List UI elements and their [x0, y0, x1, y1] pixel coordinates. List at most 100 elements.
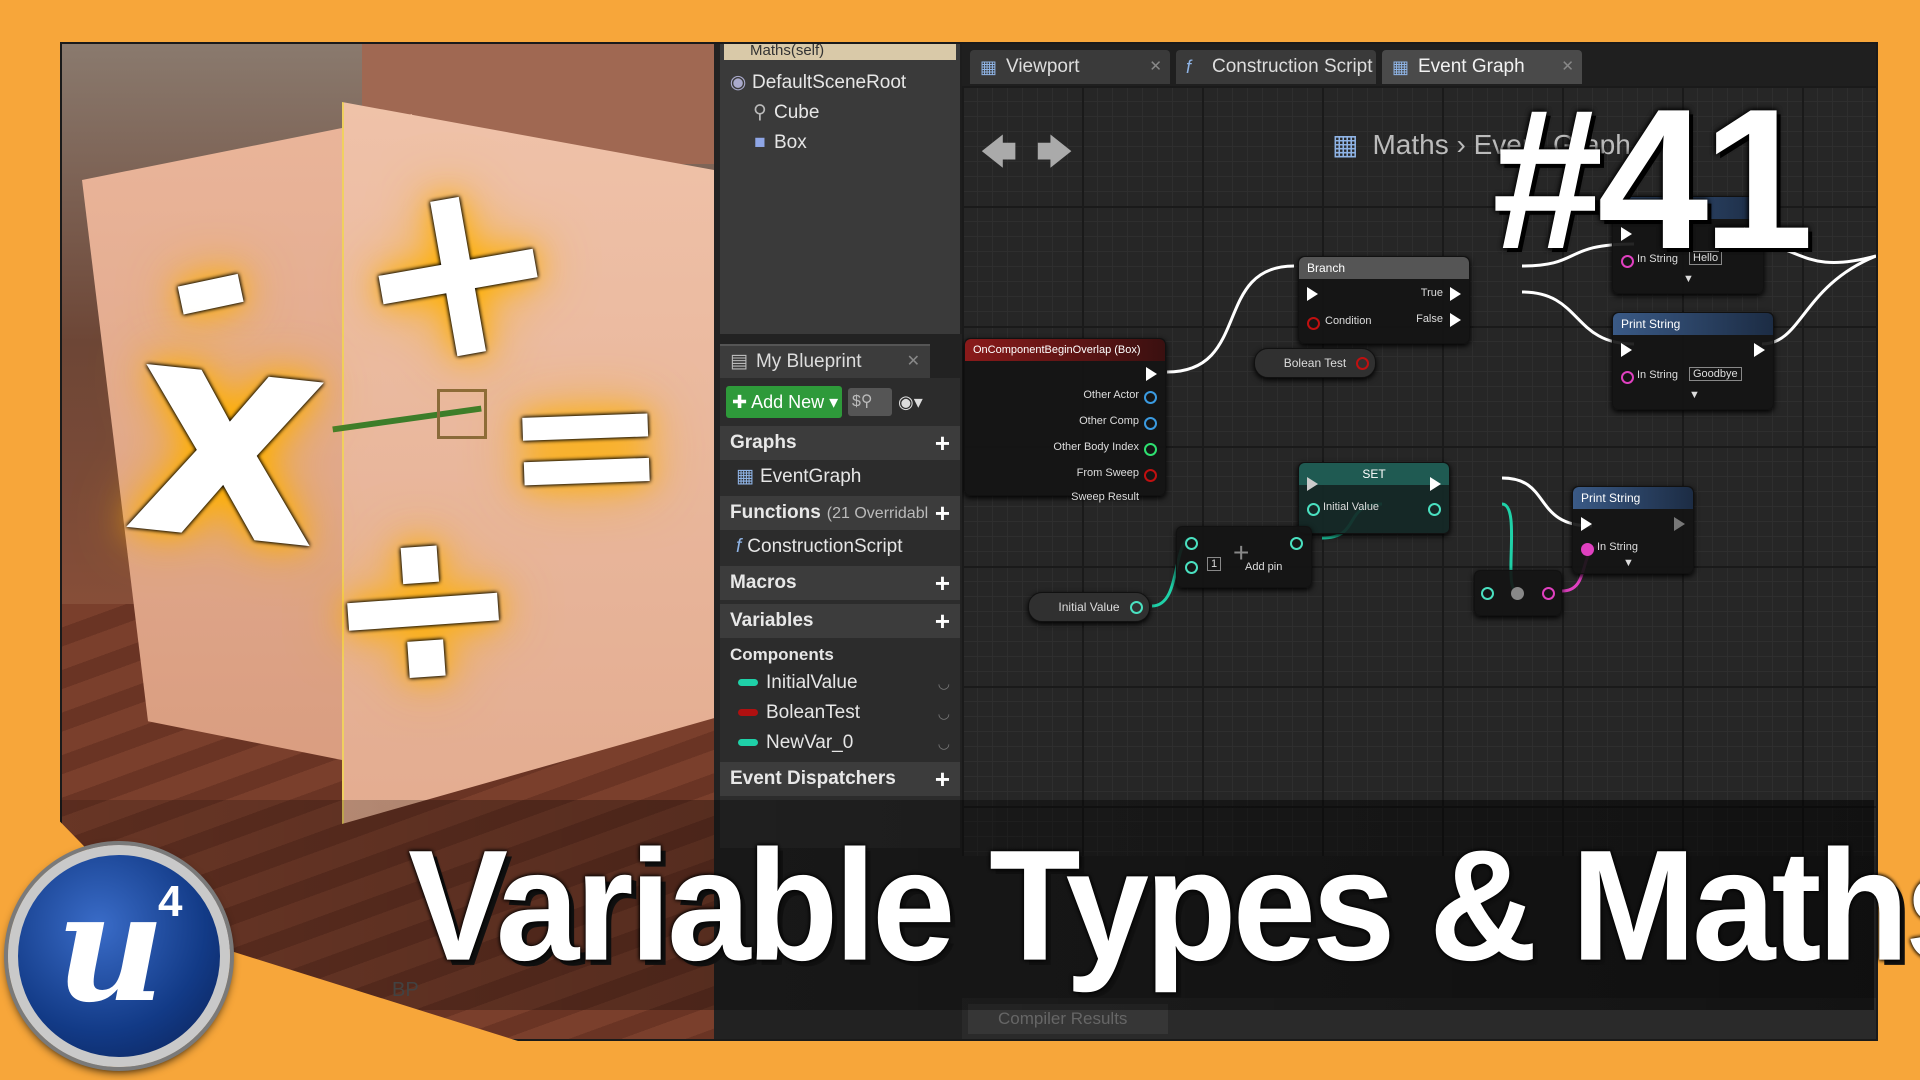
- components-category[interactable]: Components: [720, 640, 960, 670]
- exec-true-pin[interactable]: [1450, 287, 1461, 301]
- times-symbol: x: [114, 249, 344, 618]
- section-label: Event Dispatchers: [730, 768, 896, 789]
- pin-true: True: [1420, 287, 1443, 299]
- add-float-node[interactable]: 1 + Add pin: [1176, 526, 1312, 588]
- viewport-icon: ▦: [980, 57, 998, 77]
- tab-label: My Blueprint: [755, 351, 862, 372]
- add-macro-icon[interactable]: +: [935, 566, 950, 600]
- close-icon[interactable]: ✕: [907, 346, 920, 378]
- section-graphs[interactable]: Graphs +: [720, 426, 960, 460]
- pin-other-body-index: Other Body Index: [1053, 441, 1139, 453]
- unreal-engine-logo: u 4: [8, 845, 230, 1067]
- section-macros[interactable]: Macros +: [720, 566, 960, 600]
- exec-in-pin[interactable]: [1621, 343, 1632, 357]
- divide-symbol: ÷: [312, 457, 533, 751]
- exec-out-pin[interactable]: [1146, 367, 1157, 381]
- search-button[interactable]: $⚲: [848, 388, 892, 416]
- video-title: Variable Types & Maths: [408, 816, 1920, 994]
- add-value-input[interactable]: 1: [1207, 557, 1222, 571]
- close-icon[interactable]: ✕: [1149, 50, 1162, 84]
- plus-icon: ✚: [732, 392, 752, 412]
- bool-pin[interactable]: [1144, 469, 1157, 482]
- visibility-icon[interactable]: ◡: [938, 698, 950, 728]
- node-label: Bolean Test: [1283, 356, 1347, 370]
- string-pin[interactable]: [1581, 543, 1594, 556]
- variable-item-newvar0[interactable]: NewVar_0 ◡: [720, 728, 960, 758]
- tab-construction-script[interactable]: f Construction Script: [1176, 50, 1376, 84]
- variable-label: NewVar_0: [766, 732, 854, 753]
- section-event-dispatchers[interactable]: Event Dispatchers +: [720, 762, 960, 796]
- tab-my-blueprint[interactable]: ▤ My Blueprint ✕: [720, 344, 930, 378]
- pin-in-string: In String: [1637, 369, 1678, 381]
- add-function-icon[interactable]: +: [935, 496, 950, 530]
- float-in-pin[interactable]: [1481, 587, 1494, 600]
- exec-out-pin[interactable]: [1754, 343, 1765, 357]
- bool-pin[interactable]: [1307, 317, 1320, 330]
- string-pin[interactable]: [1621, 371, 1634, 384]
- exec-false-pin[interactable]: [1450, 313, 1461, 327]
- expand-arrow-icon[interactable]: ▼: [1689, 389, 1700, 401]
- set-initial-value-node[interactable]: SET Initial Value: [1298, 462, 1450, 534]
- variable-item-boleantest[interactable]: BoleanTest ◡: [720, 698, 960, 728]
- logo-version: 4: [158, 877, 183, 926]
- pin-other-actor: Other Actor: [1083, 389, 1139, 401]
- view-options-button[interactable]: ◉▾: [898, 388, 946, 416]
- add-dispatcher-icon[interactable]: +: [935, 762, 950, 796]
- function-item-label: ConstructionScript: [747, 536, 903, 557]
- graph-icon: ▦: [1392, 57, 1410, 77]
- string-out-pin[interactable]: [1542, 587, 1555, 600]
- print-string-node-value[interactable]: Print String In String ▼: [1572, 486, 1694, 574]
- add-variable-icon[interactable]: +: [935, 604, 950, 638]
- add-graph-icon[interactable]: +: [935, 426, 950, 460]
- tree-item-label: Box: [774, 132, 807, 153]
- tree-item-defaultsceneroot[interactable]: ◉ DefaultSceneRoot: [720, 68, 960, 98]
- compiler-results-label: Compiler Results: [998, 1009, 1128, 1028]
- float-in-pin[interactable]: [1185, 561, 1198, 574]
- initial-value-getter-node[interactable]: Initial Value: [1028, 592, 1150, 622]
- expand-arrow-icon[interactable]: ▼: [1623, 557, 1634, 569]
- exec-in-pin[interactable]: [1307, 287, 1318, 301]
- tab-viewport[interactable]: ▦ Viewport ✕: [970, 50, 1170, 84]
- node-title: OnComponentBeginOverlap (Box): [965, 339, 1165, 361]
- print-string-node-goodbye[interactable]: Print String In String Goodbye ▼: [1612, 312, 1774, 410]
- pin-initial-value: Initial Value: [1323, 501, 1380, 513]
- branch-node[interactable]: Branch True Condition False: [1298, 256, 1470, 344]
- tab-label: Viewport: [1006, 56, 1080, 77]
- tree-item-box[interactable]: ■ Box: [720, 128, 960, 158]
- section-functions[interactable]: Functions (21 Overridabl +: [720, 496, 960, 530]
- in-string-value-input[interactable]: Goodbye: [1689, 367, 1742, 381]
- node-label: Initial Value: [1058, 600, 1120, 614]
- components-root-header[interactable]: Maths(self): [724, 44, 956, 60]
- float-type-icon: [738, 679, 758, 687]
- add-new-button[interactable]: ✚ Add New ▾: [726, 386, 842, 418]
- functions-count: (21 Overridabl: [826, 505, 929, 522]
- float-out-pin[interactable]: [1130, 601, 1143, 614]
- float-pin[interactable]: [1307, 503, 1320, 516]
- bolean-test-getter-node[interactable]: Bolean Test: [1254, 348, 1376, 378]
- float-in-pin[interactable]: [1185, 537, 1198, 550]
- exec-out-pin[interactable]: [1430, 477, 1441, 491]
- exec-in-pin[interactable]: [1581, 517, 1592, 531]
- variable-item-initialvalue[interactable]: InitialValue ◡: [720, 668, 960, 698]
- pin-sweep-result: Sweep Result: [1071, 491, 1139, 503]
- exec-in-pin[interactable]: [1307, 477, 1318, 491]
- pin-condition: Condition: [1325, 315, 1372, 327]
- int-pin[interactable]: [1144, 443, 1157, 456]
- float-out-pin[interactable]: [1428, 503, 1441, 516]
- section-variables[interactable]: Variables +: [720, 604, 960, 638]
- exec-out-pin[interactable]: [1674, 517, 1685, 531]
- float-to-string-conversion-node[interactable]: [1474, 570, 1562, 616]
- equals-symbol: =: [497, 324, 674, 563]
- function-item-constructionscript[interactable]: f ConstructionScript: [720, 532, 960, 562]
- my-blueprint-panel: ✚ Add New ▾ $⚲ ◉▾ Graphs + ▦ EventGraph F…: [720, 378, 960, 848]
- visibility-icon[interactable]: ◡: [938, 728, 950, 758]
- visibility-icon[interactable]: ◡: [938, 668, 950, 698]
- graph-item-eventgraph[interactable]: ▦ EventGraph: [720, 462, 960, 492]
- event-node-begin-overlap[interactable]: OnComponentBeginOverlap (Box) Other Acto…: [964, 338, 1166, 503]
- object-pin[interactable]: [1144, 417, 1157, 430]
- bool-pin[interactable]: [1356, 357, 1369, 370]
- float-out-pin[interactable]: [1290, 537, 1303, 550]
- tree-item-cube[interactable]: ⚲ Cube: [720, 98, 960, 128]
- object-pin[interactable]: [1144, 391, 1157, 404]
- add-pin-button[interactable]: Add pin: [1245, 561, 1282, 573]
